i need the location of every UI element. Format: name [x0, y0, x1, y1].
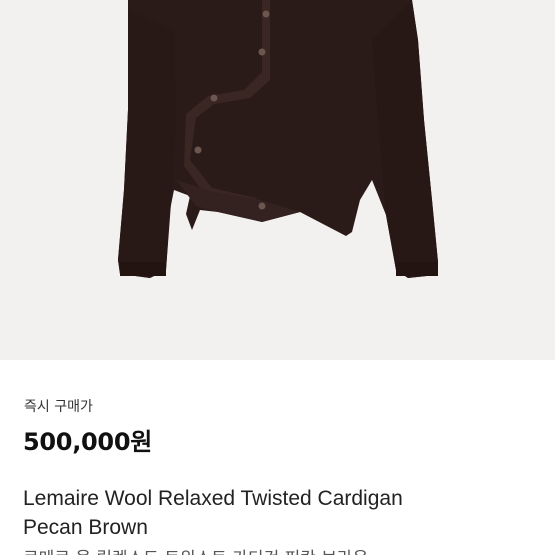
product-page: 즉시 구매가 500,000원 Lemaire Wool Relaxed Twi…: [0, 0, 555, 555]
cardigan-illustration: [118, 0, 438, 278]
right-cuff: [396, 262, 438, 276]
product-title-line-2: Pecan Brown: [23, 516, 148, 539]
price-value: 500,000원: [23, 428, 152, 456]
listing-info: 즉시 구매가 500,000원 Lemaire Wool Relaxed Twi…: [0, 360, 555, 555]
right-sleeve: [372, 0, 438, 278]
product-image[interactable]: [0, 0, 555, 360]
button-4: [194, 146, 202, 154]
price-label: 즉시 구매가: [24, 399, 93, 415]
button-1: [262, 10, 270, 18]
product-title-line-1: Lemaire Wool Relaxed Twisted Cardigan: [23, 487, 403, 510]
product-subtitle: 르메르 울 릴렉스드 트위스트 가디건 피칸 브라운: [23, 544, 368, 555]
button-3: [210, 94, 218, 102]
product-title[interactable]: Lemaire Wool Relaxed Twisted Cardigan Pe…: [23, 484, 528, 542]
button-2: [258, 48, 266, 56]
left-sleeve: [118, 10, 176, 278]
left-cuff: [120, 262, 166, 276]
button-5: [258, 202, 266, 210]
